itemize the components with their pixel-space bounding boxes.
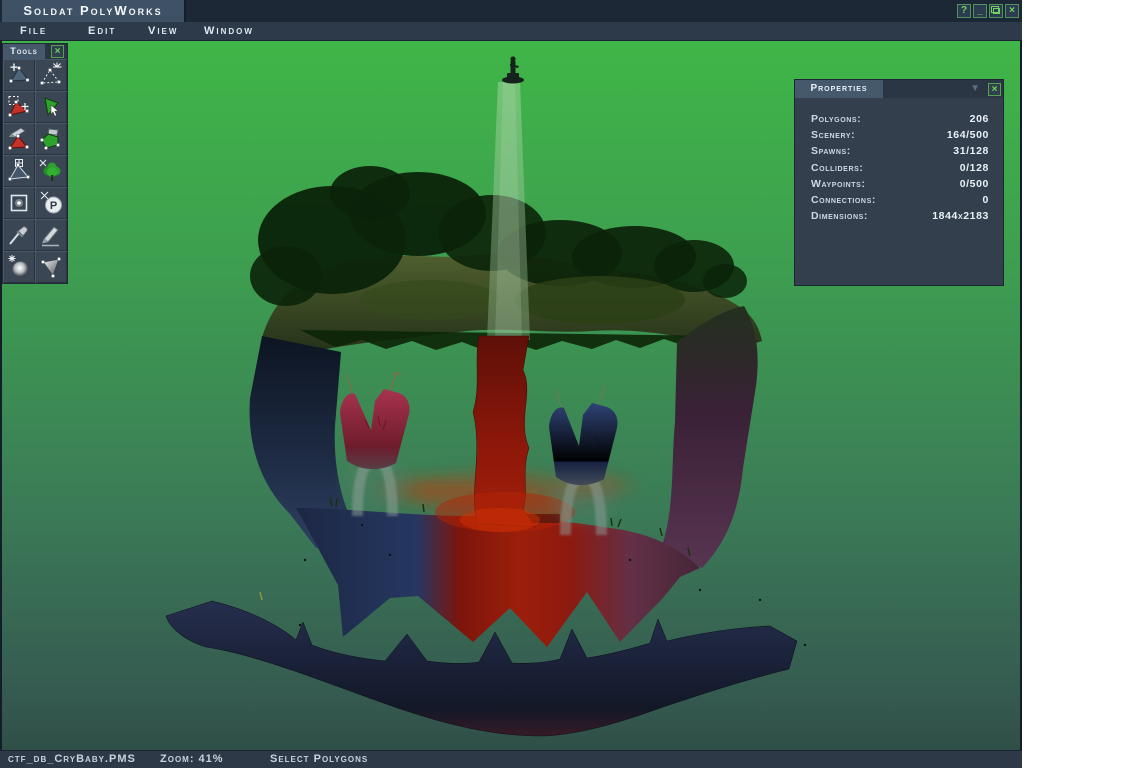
vertex-color-tool-icon <box>6 126 32 152</box>
property-row-waypoints: Waypoints: 0/500 <box>795 176 1003 192</box>
properties-panel: Properties ▼ × Polygons: 206 Scenery: 16… <box>794 79 1004 286</box>
menu-file[interactable]: File <box>20 22 47 41</box>
polygon-tool-button[interactable] <box>3 155 35 187</box>
light-tool-icon <box>6 254 32 280</box>
property-label: Spawns: <box>811 143 851 159</box>
selection-tool-button[interactable] <box>3 91 35 123</box>
menu-edit[interactable]: Edit <box>88 22 116 41</box>
tools-palette-title: Tools <box>3 44 45 59</box>
map-canvas[interactable]: Tools × <box>2 41 1020 750</box>
right-wall <box>662 306 758 568</box>
depth-tool-button[interactable] <box>35 251 67 283</box>
properties-panel-titlebar[interactable]: Properties ▼ × <box>795 80 1003 98</box>
transform-tool-icon <box>6 62 32 88</box>
app-title: Soldat PolyWorks <box>2 0 186 22</box>
crayon-tool-button[interactable] <box>35 219 67 251</box>
tools-palette: Tools × <box>2 43 68 284</box>
restore-button[interactable] <box>989 4 1003 18</box>
property-value: 206 <box>970 111 989 127</box>
collapse-icon[interactable]: ▼ <box>970 80 980 98</box>
properties-panel-title: Properties <box>795 80 883 98</box>
property-value: 1844x2183 <box>932 208 989 224</box>
property-label: Connections: <box>811 192 876 208</box>
property-label: Colliders: <box>811 160 863 176</box>
property-row-spawns: Spawns: 31/128 <box>795 143 1003 159</box>
property-value: 0/128 <box>960 160 989 176</box>
property-row-scenery: Scenery: 164/500 <box>795 127 1003 143</box>
tools-close-button[interactable]: × <box>51 45 64 58</box>
property-value: 0 <box>983 192 989 208</box>
menu-view[interactable]: View <box>148 22 178 41</box>
move-tool-icon <box>38 94 64 120</box>
status-filename: ctf_db_CryBaby.PMS <box>8 751 136 768</box>
help-button[interactable]: ? <box>957 4 971 18</box>
waypoint-tool-button[interactable]: P <box>35 187 67 219</box>
property-value: 164/500 <box>947 127 989 143</box>
restore-icon <box>993 8 1000 14</box>
texture-tool-button[interactable] <box>35 123 67 155</box>
app-window: Soldat PolyWorks ? _ × File Edit View Wi… <box>0 0 1022 768</box>
minimize-button[interactable]: _ <box>973 4 987 18</box>
red-flag-statue <box>340 371 410 469</box>
spawn-tool-button[interactable] <box>3 187 35 219</box>
property-label: Scenery: <box>811 127 855 143</box>
property-value: 31/128 <box>953 143 989 159</box>
property-row-colliders: Colliders: 0/128 <box>795 160 1003 176</box>
title-bar[interactable]: Soldat PolyWorks ? _ × <box>0 0 1022 22</box>
crayon-tool-icon <box>38 222 64 248</box>
properties-list: Polygons: 206 Scenery: 164/500 Spawns: 3… <box>795 98 1003 224</box>
property-label: Waypoints: <box>811 176 866 192</box>
move-tool-button[interactable] <box>35 91 67 123</box>
color-picker-tool-icon <box>6 222 32 248</box>
statue <box>502 56 524 83</box>
svg-text:P: P <box>50 200 57 212</box>
texture-tool-icon <box>38 126 64 152</box>
property-row-dimensions: Dimensions: 1844x2183 <box>795 208 1003 224</box>
scenery-tool-button[interactable] <box>35 155 67 187</box>
menu-bar: File Edit View Window <box>0 22 1022 41</box>
scenery-tool-icon <box>38 158 64 184</box>
menu-window[interactable]: Window <box>204 22 254 41</box>
property-label: Polygons: <box>811 111 861 127</box>
color-picker-tool-button[interactable] <box>3 219 35 251</box>
depth-tool-icon <box>38 254 64 280</box>
vertex-selection-tool-icon <box>38 62 64 88</box>
status-tool-mode: Select Polygons <box>270 751 368 768</box>
vertex-selection-tool-button[interactable] <box>35 59 67 91</box>
light-tool-button[interactable] <box>3 251 35 283</box>
close-button[interactable]: × <box>1005 4 1019 18</box>
property-label: Dimensions: <box>811 208 868 224</box>
property-value: 0/500 <box>960 176 989 192</box>
property-row-connections: Connections: 0 <box>795 192 1003 208</box>
tools-palette-titlebar[interactable]: Tools × <box>3 44 67 59</box>
transform-tool-button[interactable] <box>3 59 35 91</box>
vertex-color-tool-button[interactable] <box>3 123 35 155</box>
status-zoom-level: Zoom: 41% <box>160 751 224 768</box>
properties-close-button[interactable]: × <box>988 83 1001 96</box>
property-row-polygons: Polygons: 206 <box>795 111 1003 127</box>
waypoint-tool-icon: P <box>38 190 64 216</box>
spawn-tool-icon <box>6 190 32 216</box>
polygon-tool-icon <box>6 158 32 184</box>
status-bar: ctf_db_CryBaby.PMS Zoom: 41% Select Poly… <box>0 750 1022 768</box>
selection-tool-icon <box>6 94 32 120</box>
